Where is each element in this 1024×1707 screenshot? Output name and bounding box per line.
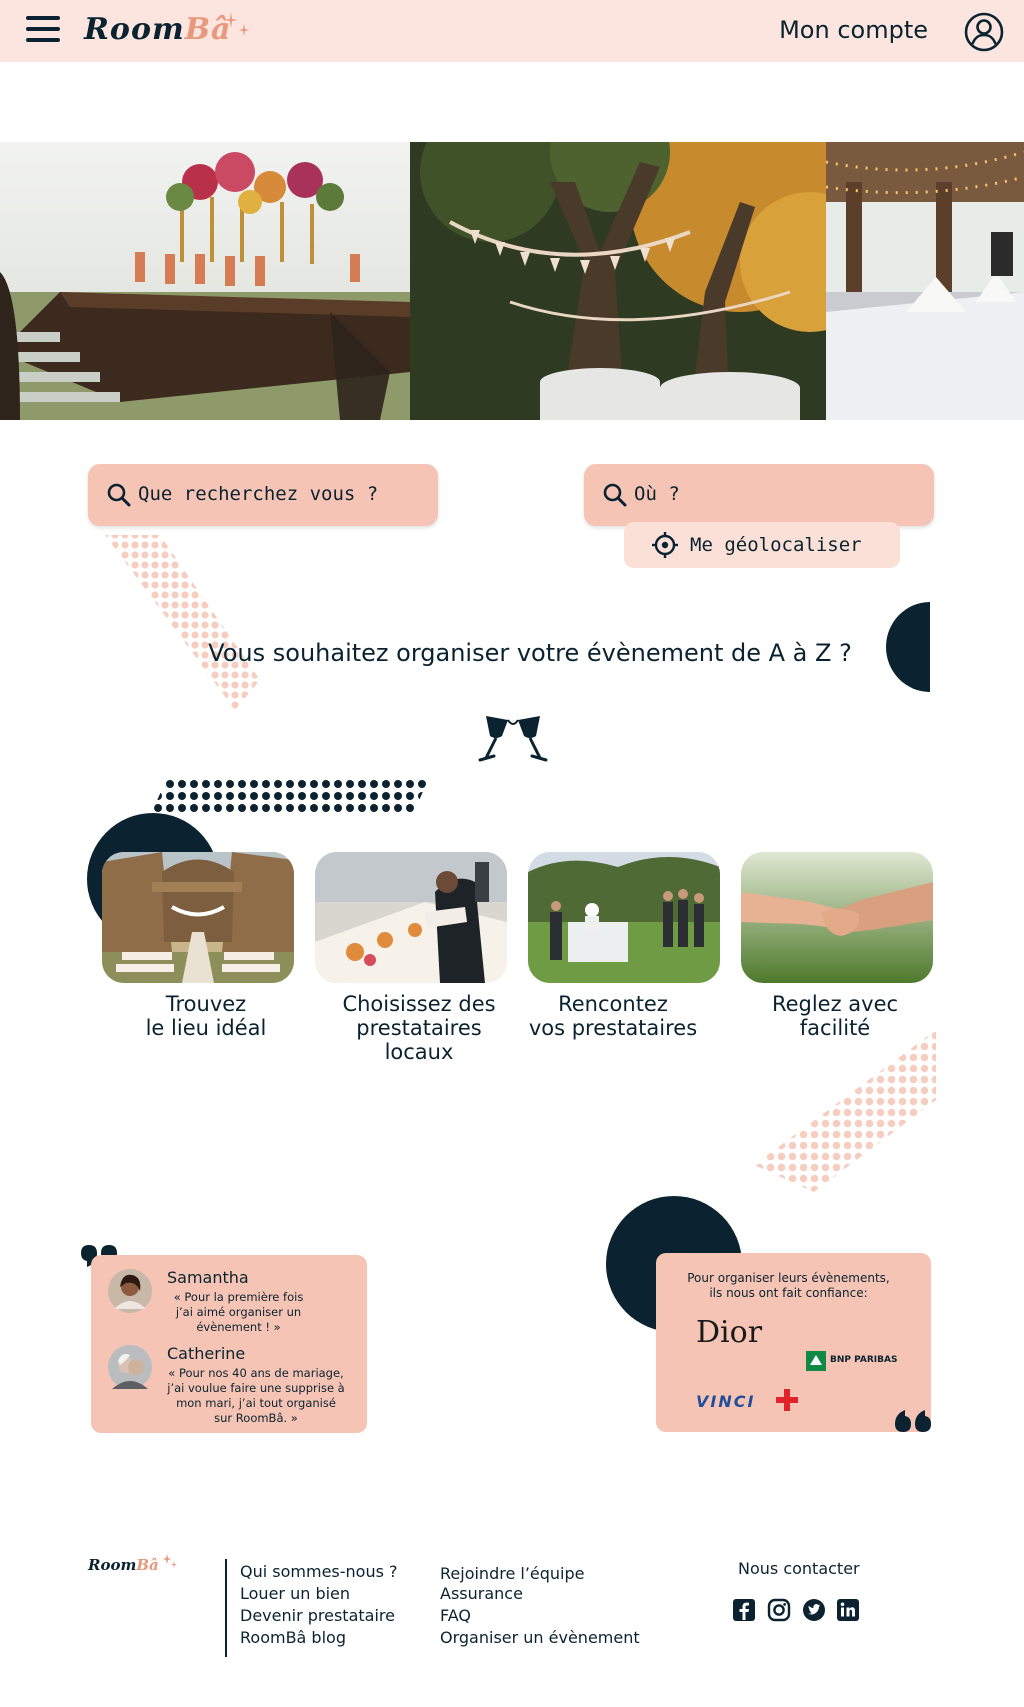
sparkle-icon [224, 12, 249, 36]
testimonial-name: Samantha [167, 1268, 249, 1287]
dot-pattern-pink [105, 535, 260, 710]
champagne-toast-icon [478, 716, 548, 762]
footer-link[interactable]: Louer un bien [240, 1584, 350, 1603]
hero-photo-table [0, 142, 410, 420]
bnp-stars-icon [806, 1351, 826, 1371]
logo[interactable]: RoomBâ [84, 12, 232, 47]
where-search-field[interactable]: Où ? [584, 464, 934, 526]
crosshair-icon [652, 532, 678, 558]
hero-banner [0, 142, 1024, 420]
instagram-icon[interactable] [767, 1598, 791, 1622]
account-link[interactable]: Mon compte [779, 16, 928, 44]
footer-link[interactable]: Qui sommes-nous ? [240, 1562, 398, 1581]
user-icon[interactable] [964, 12, 1004, 52]
footer-logo-text: Room [88, 1556, 137, 1574]
testimonial-quote: « Pour la première fois j’ai aimé organi… [173, 1290, 304, 1334]
quote-close-icon [895, 1410, 931, 1432]
vinci-cross-icon [776, 1389, 798, 1411]
headline: Vous souhaitez organiser votre évènement… [208, 639, 852, 667]
footer-link[interactable]: Organiser un évènement [440, 1628, 640, 1647]
menu-icon[interactable] [26, 16, 60, 46]
footer-link[interactable]: Assurance [440, 1584, 523, 1603]
logo-text: Room [84, 12, 185, 47]
testimonial-quote: « Pour nos 40 ans de mariage, j’ai voulu… [167, 1366, 345, 1425]
where-search-placeholder: Où ? [634, 483, 680, 505]
dot-pattern-navy [152, 780, 428, 812]
search-icon [603, 483, 627, 507]
twitter-icon[interactable] [802, 1598, 826, 1622]
footer-link[interactable]: Devenir prestataire [240, 1606, 395, 1625]
geolocate-label: Me géolocaliser [690, 534, 862, 556]
testimonial-name: Catherine [167, 1344, 246, 1363]
avatar [108, 1269, 152, 1313]
facebook-icon[interactable] [732, 1598, 756, 1622]
testimonials-card: Samantha « Pour la première fois j’ai ai… [91, 1255, 367, 1433]
partners-intro: Pour organiser leurs évènements, ils nou… [687, 1271, 890, 1300]
avatar [108, 1345, 152, 1389]
bnp-paribas-logo: BNP PARIBAS [806, 1351, 900, 1371]
step-label: Rencontez vos prestataires [528, 992, 698, 1040]
search-icon [107, 483, 131, 507]
top-bar: RoomBâ Mon compte [0, 0, 1024, 62]
footer-divider [225, 1559, 227, 1657]
contact-link[interactable]: Nous contacter [738, 1559, 860, 1578]
linkedin-icon[interactable] [836, 1598, 860, 1622]
hero-photo-garden [410, 142, 826, 420]
step-image-handshake[interactable] [741, 852, 933, 983]
vinci-logo: VINCI [696, 1392, 756, 1411]
step-image-meeting[interactable] [528, 852, 720, 983]
footer-link[interactable]: RoomBâ blog [240, 1628, 346, 1647]
what-search-field[interactable]: Que recherchez vous ? [88, 464, 438, 526]
dior-logo: Dior [696, 1315, 763, 1350]
what-search-placeholder: Que recherchez vous ? [138, 483, 379, 505]
geolocate-button[interactable]: Me géolocaliser [624, 522, 900, 568]
bnp-paribas-text: BNP PARIBAS [830, 1355, 898, 1365]
footer-link[interactable]: Rejoindre l’équipe [440, 1564, 585, 1583]
footer-logo[interactable]: RoomBâ [88, 1556, 159, 1574]
partners-card: Pour organiser leurs évènements, ils nou… [656, 1253, 931, 1432]
hero-photo-hall [826, 142, 1024, 420]
dot-pattern-pink [754, 1030, 936, 1192]
step-label: Trouvez le lieu idéal [145, 992, 267, 1040]
footer-link[interactable]: FAQ [440, 1606, 471, 1625]
step-image-caterer[interactable] [315, 852, 507, 983]
footer-logo-accent: Bâ [136, 1556, 159, 1574]
sparkle-icon [163, 1554, 177, 1568]
step-image-venue[interactable] [102, 852, 294, 983]
